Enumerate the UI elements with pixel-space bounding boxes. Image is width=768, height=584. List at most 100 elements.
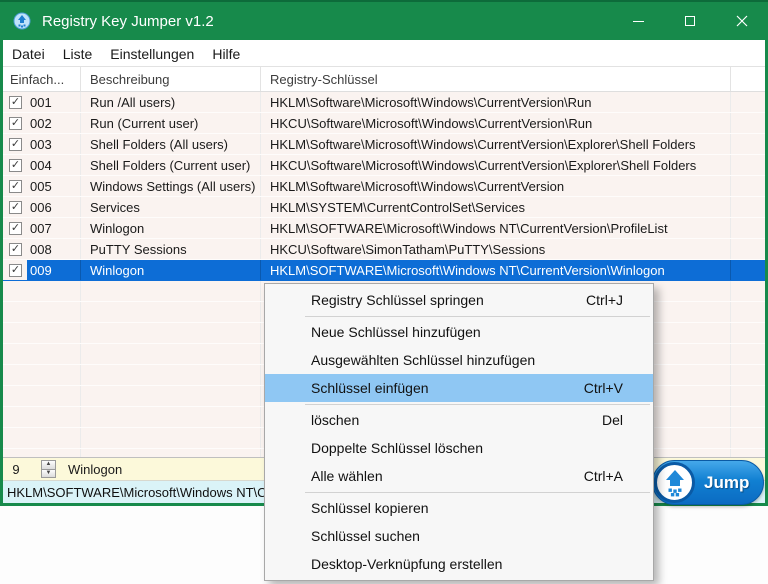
row-number: 003 [30,136,52,152]
menu-item-label: Desktop-Verknüpfung erstellen [311,556,503,572]
close-button[interactable] [716,2,768,40]
column-header-beschreibung[interactable]: Beschreibung [81,67,261,91]
row-checkbox[interactable]: ✓ [9,221,22,235]
row-description: Winlogon [81,218,261,238]
row-registry-key: HKCU\Software\Microsoft\Windows\CurrentV… [261,113,731,133]
row-checkbox[interactable]: ✓ [9,116,22,130]
row-empty-cell [731,386,765,406]
menu-datei[interactable]: Datei [3,44,54,64]
close-icon [736,15,748,27]
row-registry-key: HKLM\Software\Microsoft\Windows\CurrentV… [261,134,731,154]
row-description [81,365,261,385]
row-empty-cell [731,239,765,259]
table-row[interactable]: ✓ 004 Shell Folders (Current user) HKCU\Sof… [3,155,765,176]
column-header-einfach[interactable]: Einfach... [3,67,81,91]
menu-item-shortcut: Ctrl+V [583,380,623,396]
context-menu-item[interactable]: Desktop-Verknüpfung erstellen [265,550,653,578]
menu-item-label: Ausgewählten Schlüssel hinzufügen [311,352,536,368]
row-empty-cell [731,113,765,133]
menu-einstellungen[interactable]: Einstellungen [101,44,203,64]
menu-item-label: Schlüssel kopieren [311,500,429,516]
table-row[interactable]: ✓ 003 Shell Folders (All users) HKLM\Softwa… [3,134,765,155]
minimize-button[interactable] [612,2,664,40]
context-menu-item[interactable]: Doppelte Schlüssel löschen [265,434,653,462]
row-empty-cell [731,344,765,364]
context-menu-item[interactable]: Ausgewählten Schlüssel hinzufügen [265,346,653,374]
row-number: 005 [30,178,52,194]
jump-button[interactable]: Jump [652,460,764,505]
context-menu-item[interactable]: löschen Del [265,406,653,434]
maximize-icon [685,16,695,26]
row-empty-cell [731,449,765,457]
jump-icon [654,462,695,503]
row-description [81,344,261,364]
row-checkbox[interactable]: ✓ [9,242,22,256]
row-registry-key: HKLM\SOFTWARE\Microsoft\Windows NT\Curre… [261,260,731,280]
row-description: Shell Folders (All users) [81,134,261,154]
row-checkbox[interactable]: ✓ [9,158,22,172]
row-description [81,407,261,427]
row-description: Windows Settings (All users) [81,176,261,196]
menu-item-label: löschen [311,412,360,428]
menu-hilfe[interactable]: Hilfe [203,44,249,64]
row-empty-cell [731,92,765,112]
row-description: Run (Current user) [81,113,261,133]
table-row[interactable]: ✓ 001 Run /All users) HKLM\Software\Microso… [3,92,765,113]
context-menu-item[interactable]: Schlüssel suchen [265,522,653,550]
row-empty-cell [731,428,765,448]
context-menu: Registry Schlüssel springen Ctrl+J Neue Sc… [264,283,654,581]
table-row[interactable]: ✓ 008 PuTTY Sessions HKCU\Software\SimonTat… [3,239,765,260]
row-description-field[interactable]: Winlogon [68,462,122,477]
row-checkbox[interactable]: ✓ [9,200,22,214]
window-controls [612,2,768,40]
row-empty-cell [731,365,765,385]
context-menu-item[interactable]: Schlüssel einfügen Ctrl+V [265,374,653,402]
row-number: 002 [30,115,52,131]
row-checkbox[interactable]: ✓ [9,95,22,109]
row-empty-cell [731,302,765,322]
jump-button-label: Jump [704,472,750,492]
row-description [81,302,261,322]
row-checkbox[interactable]: ✓ [9,179,22,193]
table-row[interactable]: ✓ 007 Winlogon HKLM\SOFTWARE\Microsoft\Wind… [3,218,765,239]
spinner-up-button[interactable]: ▲ [41,460,56,470]
table-row[interactable]: ✓ 005 Windows Settings (All users) HKLM\Sof… [3,176,765,197]
row-checkbox[interactable]: ✓ [9,137,22,151]
row-description: Winlogon [81,260,261,280]
table-header: Einfach... Beschreibung Registry-Schlüss… [3,66,765,92]
row-empty-cell [731,155,765,175]
row-description: Shell Folders (Current user) [81,155,261,175]
context-menu-item[interactable]: Neue Schlüssel hinzufügen [265,318,653,346]
titlebar[interactable]: Registry Key Jumper v1.2 [0,0,768,40]
row-registry-key: HKCU\Software\SimonTatham\PuTTY\Sessions [261,239,731,259]
row-number: 009 [30,262,52,278]
row-number: 008 [30,241,52,257]
row-description: Run /All users) [81,92,261,112]
row-checkbox[interactable]: ✓ [9,263,22,277]
row-empty-cell [731,281,765,301]
row-empty-cell [731,407,765,427]
row-number: 007 [30,220,52,236]
row-registry-key: HKLM\SYSTEM\CurrentControlSet\Services [261,197,731,217]
table-row[interactable]: ✓ 009 Winlogon HKLM\SOFTWARE\Microsoft\Wind… [3,260,765,281]
row-description [81,323,261,343]
menu-item-label: Schlüssel einfügen [311,380,429,396]
menu-liste[interactable]: Liste [54,44,102,64]
table-row[interactable]: ✓ 002 Run (Current user) HKCU\Software\Micr… [3,113,765,134]
row-registry-key: HKLM\SOFTWARE\Microsoft\Windows NT\Curre… [261,218,731,238]
context-menu-item[interactable]: Alle wählen Ctrl+A [265,462,653,490]
maximize-button[interactable] [664,2,716,40]
context-menu-item[interactable]: Registry Schlüssel springen Ctrl+J [265,286,653,314]
row-empty-cell [731,176,765,196]
menu-item-label: Registry Schlüssel springen [311,292,484,308]
context-menu-item[interactable]: Schlüssel kopieren [265,494,653,522]
spinner-down-button[interactable]: ▼ [41,469,56,478]
menu-item-shortcut: Ctrl+J [586,292,623,308]
row-number: 004 [30,157,52,173]
row-description [81,281,261,301]
column-header-registry[interactable]: Registry-Schlüssel [261,67,731,91]
row-description: PuTTY Sessions [81,239,261,259]
row-number-field[interactable]: 9 [3,462,29,477]
table-row[interactable]: ✓ 006 Services HKLM\SYSTEM\CurrentControlSe… [3,197,765,218]
row-number: 001 [30,94,52,110]
